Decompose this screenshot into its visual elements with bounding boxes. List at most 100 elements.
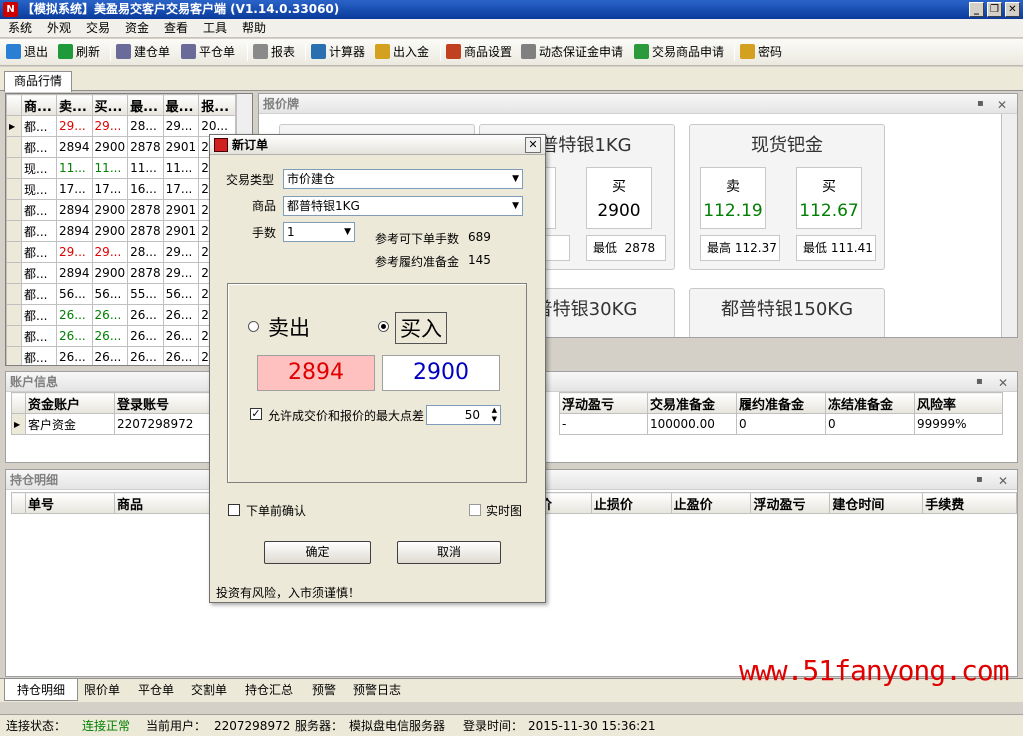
col-header[interactable]: 买... [91,94,129,116]
quote-board-scrollbar[interactable] [1001,114,1017,337]
quote-card-silver-150kg[interactable]: 都普特银150KG [689,288,885,337]
tab-position-summary[interactable]: 持仓汇总 [245,679,293,701]
quote-card-buy-box[interactable]: 买 2900 [586,167,652,229]
table-row[interactable]: 都...28942900287829...20... [6,262,237,284]
table-row[interactable]: 都...56...56...55...56...20... [6,283,237,305]
toolbar-deposit-button[interactable]: 出入金 [375,43,429,62]
pin-icon[interactable]: ▪ [976,376,983,387]
sell-radio[interactable] [248,321,259,332]
quote-card-palladium[interactable]: 现货钯金 卖 112.19 买 112.67 最高 112.37 最低 111.… [689,124,885,270]
minimize-button[interactable]: _ [969,2,984,17]
tab-alert-log[interactable]: 预警日志 [353,679,401,701]
table-cell: 26... [127,325,164,347]
toolbar-margin-apply-button[interactable]: 动态保证金申请 [521,43,623,62]
tab-market-quotes[interactable]: 商品行情 [4,71,73,92]
product-select[interactable]: 都普特银1KG ▼ [283,196,523,216]
pin-icon[interactable]: ▪ [977,98,984,109]
realtime-chart-checkbox[interactable] [469,504,481,516]
sell-price-display[interactable]: 2894 [257,355,375,391]
table-row[interactable]: 都...26...26...26...26...20... [6,304,237,326]
table-row[interactable]: 都...289429002878290120... [6,199,237,221]
table-row[interactable]: ▶ 客户资金 2207298972 [11,413,215,435]
sell-price: 112.19 [703,201,763,221]
table-row[interactable]: 现...11...11...11...11...20... [6,157,237,179]
table-row[interactable]: 都...289429002878290120... [6,220,237,242]
table-cell: 26... [162,304,200,326]
buy-radio[interactable] [378,321,389,332]
confirm-before-checkbox[interactable] [228,504,240,516]
table-cell: 26... [91,304,129,326]
pin-icon[interactable]: ▪ [976,474,983,485]
tab-close-orders[interactable]: 平仓单 [138,679,174,701]
toolbar-product-settings-button[interactable]: 商品设置 [446,43,512,62]
col-header[interactable]: 最... [127,94,164,116]
col-header[interactable]: 最... [162,94,200,116]
table-row[interactable]: 都...26...26...26...26...20... [6,346,237,365]
product-label: 商品 [252,199,277,213]
toolbar-password-button[interactable]: 密码 [740,43,782,62]
dialog-close-button[interactable]: ✕ [525,137,541,153]
table-row[interactable]: 都...29...29...28...29...20... [6,241,237,263]
quote-card-buy-box[interactable]: 买 112.67 [796,167,862,229]
menu-trade[interactable]: 交易 [84,20,112,37]
toolbar-exit-button[interactable]: 退出 [6,43,48,62]
quote-card-title: 现货钯金 [751,135,823,156]
close-window-button[interactable]: ✕ [1005,2,1020,17]
table-row[interactable]: 都...289429002878290120... [6,136,237,158]
menu-tools[interactable]: 工具 [201,20,229,37]
tab-delivery-orders[interactable]: 交割单 [191,679,227,701]
account-table-right: 浮动盈亏 交易准备金 履约准备金 冻结准备金 风险率 -100000.00 0 0 99999… [559,392,1003,435]
apply-icon [634,44,649,59]
toolbar-close-order-button[interactable]: 平仓单 [181,43,235,62]
buy-label[interactable]: 买入 [395,312,447,344]
table-cell: 都... [21,199,57,221]
table-cell: 11... [56,157,93,179]
panel-close-icon[interactable]: ✕ [998,474,1008,488]
trade-type-select[interactable]: 市价建仓 ▼ [283,169,523,189]
stepper-arrows-icon[interactable]: ▲ ▼ [492,406,497,424]
buy-price-display[interactable]: 2900 [382,355,500,391]
menu-bar: 系统 外观 交易 资金 查看 工具 帮助 [0,19,1023,38]
trade-direction-box: 卖出 买入 2894 2900 ✓ 允许成交价和报价的最大点差 50 ▲ ▼ [227,283,527,483]
chevron-down-icon: ▼ [512,201,519,211]
ref-lots-value: 689 [468,230,491,244]
table-cell: 26... [91,346,129,365]
table-row[interactable]: ▶ 都... 29... 29... 28... 29... 20... [6,115,237,137]
table-row[interactable]: 都...26...26...26...26...20... [6,325,237,347]
tab-positions[interactable]: 持仓明细 [4,679,79,701]
panel-close-icon[interactable]: ✕ [997,98,1007,112]
table-row[interactable]: -100000.00 0 0 99999% [559,413,1003,435]
menu-appearance[interactable]: 外观 [45,20,73,37]
menu-help[interactable]: 帮助 [240,20,268,37]
tab-alerts[interactable]: 预警 [312,679,336,701]
menu-funds[interactable]: 资金 [123,20,151,37]
margin-icon [521,44,536,59]
table-cell: 29... [91,241,129,263]
cancel-button[interactable]: 取消 [397,541,501,564]
lots-select[interactable]: 1 ▼ [283,222,355,242]
quote-card-high: 最高 112.37 [700,235,780,261]
max-diff-stepper[interactable]: 50 ▲ ▼ [426,405,501,425]
sell-label[interactable]: 卖出 [268,312,310,342]
window-title: 【模拟系统】美盈易交客户交易客户端 (V1.14.0.33060) [22,2,340,16]
toolbar-refresh-button[interactable]: 刷新 [58,43,100,62]
tab-limit-orders[interactable]: 限价单 [84,679,120,701]
toolbar-calculator-button[interactable]: 计算器 [311,43,365,62]
col-header[interactable]: 报... [198,94,237,116]
toolbar-product-apply-button[interactable]: 交易商品申请 [634,43,724,62]
app-window: N 【模拟系统】美盈易交客户交易客户端 (V1.14.0.33060) _ ❐ … [0,0,1023,736]
table-cell: 29... [56,115,93,137]
col-header[interactable]: 商... [21,94,57,116]
toolbar-open-order-button[interactable]: 建仓单 [116,43,170,62]
max-diff-checkbox[interactable]: ✓ [250,408,262,420]
toolbar-report-button[interactable]: 报表 [253,43,295,62]
table-row[interactable]: 现...17...17...16...17...20... [6,178,237,200]
status-user-label: 当前用户： [146,719,207,733]
panel-close-icon[interactable]: ✕ [998,376,1008,390]
menu-view[interactable]: 查看 [162,20,190,37]
ok-button[interactable]: 确定 [264,541,371,564]
quote-card-sell-box[interactable]: 卖 112.19 [700,167,766,229]
restore-button[interactable]: ❐ [987,2,1002,17]
col-header[interactable]: 卖... [56,94,93,116]
menu-system[interactable]: 系统 [6,20,34,37]
